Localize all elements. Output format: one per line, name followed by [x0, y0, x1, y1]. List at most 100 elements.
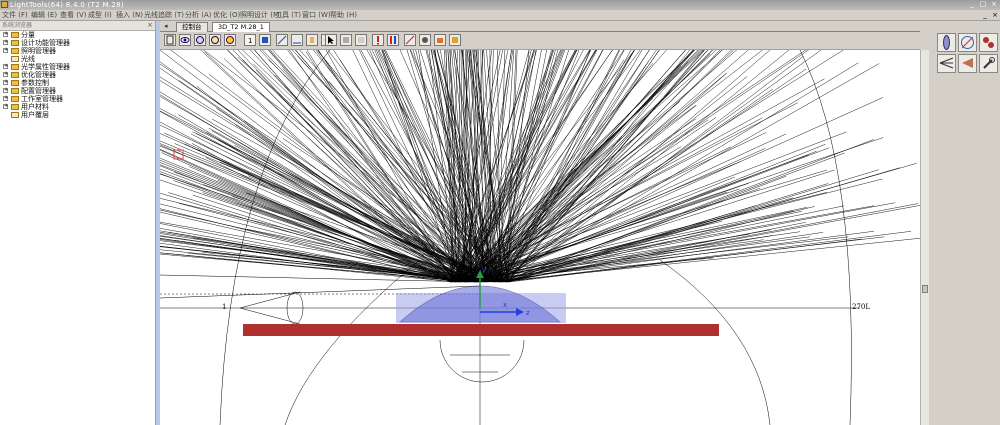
tree-label: 分量	[21, 31, 35, 39]
expand-icon[interactable]: +	[3, 40, 8, 45]
expand-icon[interactable]: +	[3, 88, 8, 93]
system-browser-panel: 系统浏览器 × + 分量 + 设计功能管理器 + 照明管理器 光线 + 光学属性管理器 …	[0, 21, 157, 425]
folder-icon	[11, 96, 19, 102]
folder-icon	[11, 88, 19, 94]
ray	[191, 147, 493, 283]
title-bar: LightTools(64) 8.4.0 (T2 M.28) _ □ ×	[0, 0, 1000, 10]
vertical-scrollbar[interactable]	[920, 50, 929, 425]
ray	[470, 65, 682, 283]
fit-icon[interactable]: 1	[244, 34, 256, 46]
maximize-button[interactable]: □	[978, 0, 988, 9]
expand-icon[interactable]: +	[3, 32, 8, 37]
menu-file[interactable]: 文件 (F)	[2, 10, 28, 20]
view-toolbar: 1	[160, 32, 920, 50]
move-icon[interactable]	[340, 34, 352, 46]
bug-icon[interactable]	[419, 34, 431, 46]
folder-icon	[11, 64, 19, 70]
y-axis-label: y	[482, 266, 486, 274]
svg-text:1: 1	[248, 37, 252, 45]
system-browser-title: 系统浏览器	[2, 22, 33, 29]
folder-icon	[11, 56, 19, 62]
tree-label: 照明管理器	[21, 47, 56, 55]
substrate-plate[interactable]	[243, 324, 719, 336]
close-button[interactable]: ×	[989, 0, 999, 9]
print-icon[interactable]	[164, 34, 176, 46]
folder-icon	[11, 40, 19, 46]
arrow-select-icon[interactable]	[325, 34, 337, 46]
analysis-icon[interactable]	[958, 33, 977, 52]
ray	[494, 50, 708, 283]
3d-viewport[interactable]: y z x 1 270L	[160, 50, 920, 425]
error-icon[interactable]	[372, 34, 384, 46]
menu-view[interactable]: 查看 (V)	[60, 10, 86, 20]
menu-help[interactable]: 帮助 (H)	[330, 10, 357, 20]
cone-icon[interactable]	[958, 54, 977, 73]
ray	[205, 157, 461, 283]
menu-geometry[interactable]: 成型 (I)	[88, 10, 112, 20]
menu-raytrace[interactable]: 光线追踪 (T)	[144, 10, 184, 20]
ruler-icon[interactable]	[291, 34, 303, 46]
camera-icon[interactable]	[434, 34, 446, 46]
tree-label: 优化管理器	[21, 71, 56, 79]
menu-edit[interactable]: 编辑 (E)	[31, 10, 57, 20]
inner-arc-left	[284, 259, 421, 425]
folder-icon	[11, 48, 19, 54]
menu-insert[interactable]: 插入 (N)	[116, 10, 143, 20]
flag-icon[interactable]	[387, 34, 399, 46]
menu-window-controls: _ ×	[980, 10, 1000, 20]
ray-trace-canvas[interactable]: y z x 1 270L	[160, 50, 920, 425]
doc-minimize-button[interactable]: _	[980, 10, 990, 20]
expand-icon[interactable]: +	[3, 80, 8, 85]
right-axis-label: 270L	[852, 303, 870, 311]
tree-label: 光线	[21, 55, 35, 63]
x-axis-label: x	[503, 301, 507, 309]
menu-bar: 文件 (F) 编辑 (E) 查看 (V) 成型 (I) 插入 (N) 光线追踪 …	[0, 10, 1000, 21]
expand-icon[interactable]: +	[3, 96, 8, 101]
tree-label: 用户材料	[21, 103, 49, 111]
z-axis-label: z	[526, 309, 530, 317]
save-view-icon[interactable]	[449, 34, 461, 46]
trace-icon[interactable]	[404, 34, 416, 46]
expand-icon[interactable]: +	[3, 72, 8, 77]
folder-icon	[11, 112, 19, 118]
hand-icon[interactable]	[306, 34, 318, 46]
tree-label: 参数控制	[21, 79, 49, 87]
fan-icon[interactable]	[937, 54, 956, 73]
panel-close-button[interactable]: ×	[147, 21, 153, 30]
menu-tools[interactable]: 工具 (T)	[275, 10, 301, 20]
grid-icon[interactable]	[355, 34, 367, 46]
menu-analysis[interactable]: 分析 (A)	[185, 10, 211, 20]
tab-console[interactable]: 控制台	[176, 22, 208, 32]
hemisphere-lower	[439, 339, 525, 383]
expand-icon[interactable]: +	[3, 48, 8, 53]
window-controls: _ □ ×	[967, 0, 999, 10]
rotate-left-icon[interactable]	[194, 34, 206, 46]
wrench-icon[interactable]	[979, 54, 998, 73]
doc-close-button[interactable]: ×	[990, 10, 1000, 20]
info-icon[interactable]	[259, 34, 271, 46]
menu-window[interactable]: 窗口 (W)	[302, 10, 331, 20]
lens-icon[interactable]	[937, 33, 956, 52]
trace-set-icon[interactable]	[979, 33, 998, 52]
ray	[504, 231, 912, 283]
zoom-icon[interactable]	[224, 34, 236, 46]
minimize-button[interactable]: _	[967, 0, 977, 9]
expand-icon[interactable]: +	[3, 64, 8, 69]
folder-icon	[11, 32, 19, 38]
tree-label: 光学属性管理器	[21, 63, 70, 71]
ray	[500, 152, 845, 283]
expand-icon[interactable]: +	[3, 104, 8, 109]
eye-icon[interactable]	[179, 34, 191, 46]
tree-label: 工作室管理器	[21, 95, 63, 103]
folder-icon	[11, 104, 19, 110]
tree-label: 用户覆层	[21, 111, 49, 119]
folder-icon	[11, 80, 19, 86]
menu-optimize[interactable]: 优化 (O)	[213, 10, 240, 20]
app-icon	[1, 1, 8, 8]
document-tabs: ◂ 控制台 3D_T2 M.28_1 ▸ ×	[160, 21, 993, 34]
rotate-right-icon[interactable]	[209, 34, 221, 46]
axes-icon[interactable]	[276, 34, 288, 46]
tab-scroll-left-icon[interactable]: ◂	[164, 22, 168, 31]
ray	[502, 50, 771, 283]
scroll-thumb[interactable]	[922, 285, 928, 293]
